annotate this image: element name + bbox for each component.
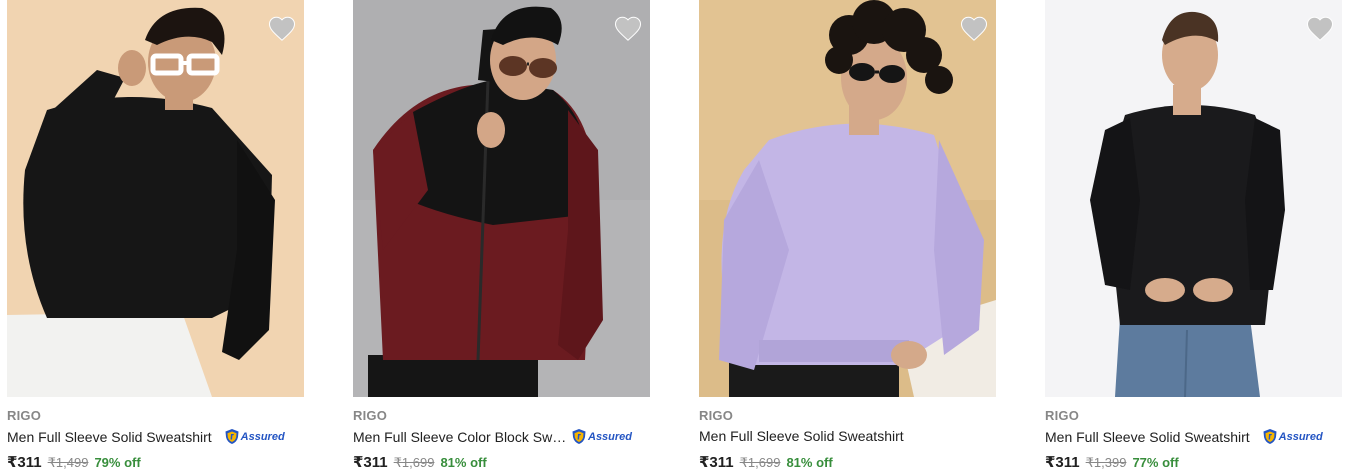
product-image[interactable] [1045,0,1342,397]
wishlist-heart-icon[interactable] [1305,14,1335,44]
assured-label: Assured [1278,430,1323,443]
selling-price: ₹311 [1045,454,1080,471]
original-price: ₹1,399 [1085,455,1127,470]
product-card[interactable]: RIGO Men Full Sleeve Solid Sweatshirt ₹3… [699,0,999,474]
product-brand: RIGO [1045,408,1080,423]
product-title[interactable]: Men Full Sleeve Solid Sweatshirt [699,428,904,444]
original-price: ₹1,699 [393,455,435,470]
assured-badge: Assured [1262,428,1323,445]
discount-percent: 79% off [94,455,141,470]
wishlist-heart-icon[interactable] [613,14,643,44]
discount-percent: 77% off [1132,455,1179,470]
wishlist-heart-icon[interactable] [959,14,989,44]
discount-percent: 81% off [440,455,487,470]
original-price: ₹1,499 [47,455,89,470]
assured-badge: Assured [224,428,285,445]
product-image[interactable] [353,0,650,397]
product-brand: RIGO [353,408,388,423]
product-card[interactable]: RIGO Men Full Sleeve Color Block Swe... … [353,0,653,474]
discount-percent: 81% off [786,455,833,470]
selling-price: ₹311 [699,454,734,471]
original-price: ₹1,699 [739,455,781,470]
selling-price: ₹311 [353,454,388,471]
assured-shield-icon [225,429,239,444]
assured-badge: Assured [571,428,632,445]
product-image[interactable] [7,0,304,397]
product-card[interactable]: RIGO Men Full Sleeve Solid Sweatshirt As… [1045,0,1345,474]
product-image[interactable] [699,0,996,397]
assured-label: Assured [240,430,285,443]
product-card[interactable]: RIGO Men Full Sleeve Solid Sweatshirt As… [7,0,307,474]
selling-price: ₹311 [7,454,42,471]
product-brand: RIGO [7,408,42,423]
product-title[interactable]: Men Full Sleeve Solid Sweatshirt [7,429,212,445]
assured-shield-icon [1263,429,1277,444]
product-title[interactable]: Men Full Sleeve Color Block Swe... [353,429,571,445]
assured-label: Assured [588,430,633,443]
wishlist-heart-icon[interactable] [267,14,297,44]
product-grid: RIGO Men Full Sleeve Solid Sweatshirt As… [0,0,1349,474]
assured-shield-icon [572,429,586,444]
product-brand: RIGO [699,408,734,423]
product-title[interactable]: Men Full Sleeve Solid Sweatshirt [1045,429,1250,445]
